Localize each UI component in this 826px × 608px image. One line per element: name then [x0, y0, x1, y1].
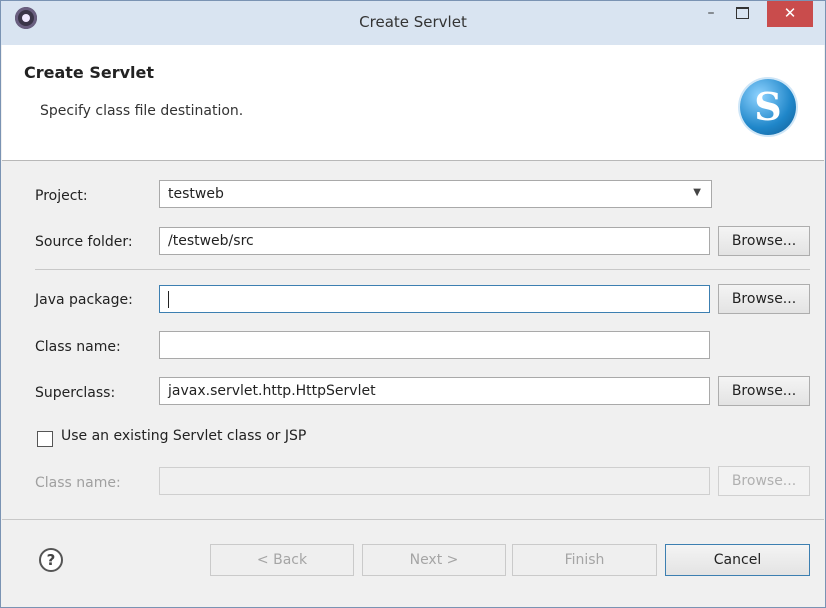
- servlet-wizard-logo-icon: S: [740, 79, 796, 135]
- create-servlet-dialog: Create Servlet – ✕ Create Servlet Specif…: [0, 0, 826, 608]
- wizard-description: Specify class file destination.: [40, 103, 244, 119]
- java-package-label: Java package:: [35, 292, 133, 308]
- footer-separator: [2, 519, 824, 520]
- use-existing-label[interactable]: Use an existing Servlet class or JSP: [61, 428, 306, 444]
- project-value: testweb: [168, 186, 224, 202]
- source-folder-input[interactable]: /testweb/src: [159, 227, 710, 255]
- separator: [35, 269, 810, 270]
- source-folder-browse-button[interactable]: Browse...: [718, 226, 810, 256]
- java-package-browse-button[interactable]: Browse...: [718, 284, 810, 314]
- finish-button: Finish: [512, 544, 657, 576]
- existing-class-name-input: [159, 467, 710, 495]
- superclass-label: Superclass:: [35, 385, 116, 401]
- next-button: Next >: [362, 544, 506, 576]
- project-label: Project:: [35, 188, 88, 204]
- use-existing-checkbox[interactable]: [37, 431, 53, 447]
- text-cursor: [168, 291, 169, 308]
- superclass-value: javax.servlet.http.HttpServlet: [168, 383, 376, 399]
- existing-class-name-label: Class name:: [35, 475, 121, 491]
- class-name-label: Class name:: [35, 339, 121, 355]
- source-folder-label: Source folder:: [35, 234, 133, 250]
- existing-class-browse-button: Browse...: [718, 466, 810, 496]
- minimize-button[interactable]: –: [697, 1, 725, 27]
- title-bar[interactable]: Create Servlet – ✕: [1, 1, 825, 45]
- wizard-header: Create Servlet Specify class file destin…: [2, 45, 824, 161]
- help-icon[interactable]: ?: [39, 548, 63, 572]
- wizard-title: Create Servlet: [24, 63, 155, 82]
- close-button[interactable]: ✕: [767, 1, 813, 27]
- superclass-input[interactable]: javax.servlet.http.HttpServlet: [159, 377, 710, 405]
- back-button: < Back: [210, 544, 354, 576]
- java-package-input[interactable]: [159, 285, 710, 313]
- maximize-button[interactable]: [727, 1, 757, 27]
- chevron-down-icon[interactable]: ▼: [693, 187, 701, 198]
- project-combo[interactable]: testweb ▼: [159, 180, 712, 208]
- source-folder-value: /testweb/src: [168, 233, 254, 249]
- maximize-icon: [735, 7, 749, 19]
- class-name-input[interactable]: [159, 331, 710, 359]
- cancel-button[interactable]: Cancel: [665, 544, 810, 576]
- superclass-browse-button[interactable]: Browse...: [718, 376, 810, 406]
